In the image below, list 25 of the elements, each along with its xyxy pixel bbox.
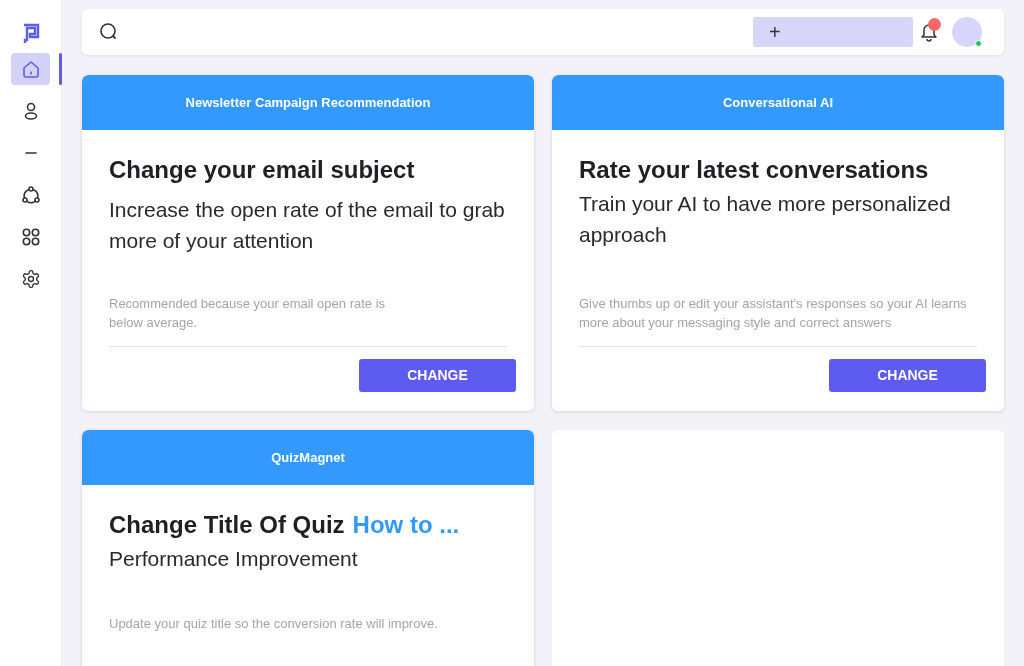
card-note: Give thumbs up or edit your assistant's responses so your AI learns more about your messaging style and correct answers	[579, 295, 968, 332]
quiz-title-link[interactable]: How to ...	[352, 509, 460, 541]
card-category: Newsletter Campaign Recommendation	[185, 93, 431, 112]
card-title: Change Title Of Quiz	[109, 510, 345, 540]
card-note: Update your quiz title so the conversion rate will improve.	[109, 615, 439, 633]
home-icon	[20, 59, 41, 79]
logo-icon	[21, 22, 40, 44]
grid-icon	[20, 227, 41, 247]
bell-icon[interactable]	[920, 22, 938, 42]
card-category: QuizMagnet	[271, 448, 345, 467]
settings-icon	[20, 269, 41, 289]
network-icon	[20, 185, 41, 205]
card-subtitle: Performance Improvement	[109, 546, 359, 572]
change-button[interactable]: CHANGE	[829, 359, 986, 392]
card-title: Rate your latest conversations	[579, 155, 929, 185]
card-title: Change your email subject	[109, 155, 415, 185]
card-subtitle: Increase the open rate of the email to grab more of your attention	[109, 197, 506, 254]
card-subtitle: Train your AI to have more personalized approach	[579, 191, 952, 248]
change-button[interactable]: CHANGE	[359, 359, 516, 392]
add-button[interactable]: +	[753, 17, 913, 47]
card-category: Conversational AI	[722, 93, 833, 112]
minus-icon	[23, 151, 38, 155]
search-icon[interactable]	[99, 22, 119, 42]
active-indicator	[59, 53, 62, 85]
card-note: Recommended because your email open rate is below average.	[109, 295, 387, 332]
